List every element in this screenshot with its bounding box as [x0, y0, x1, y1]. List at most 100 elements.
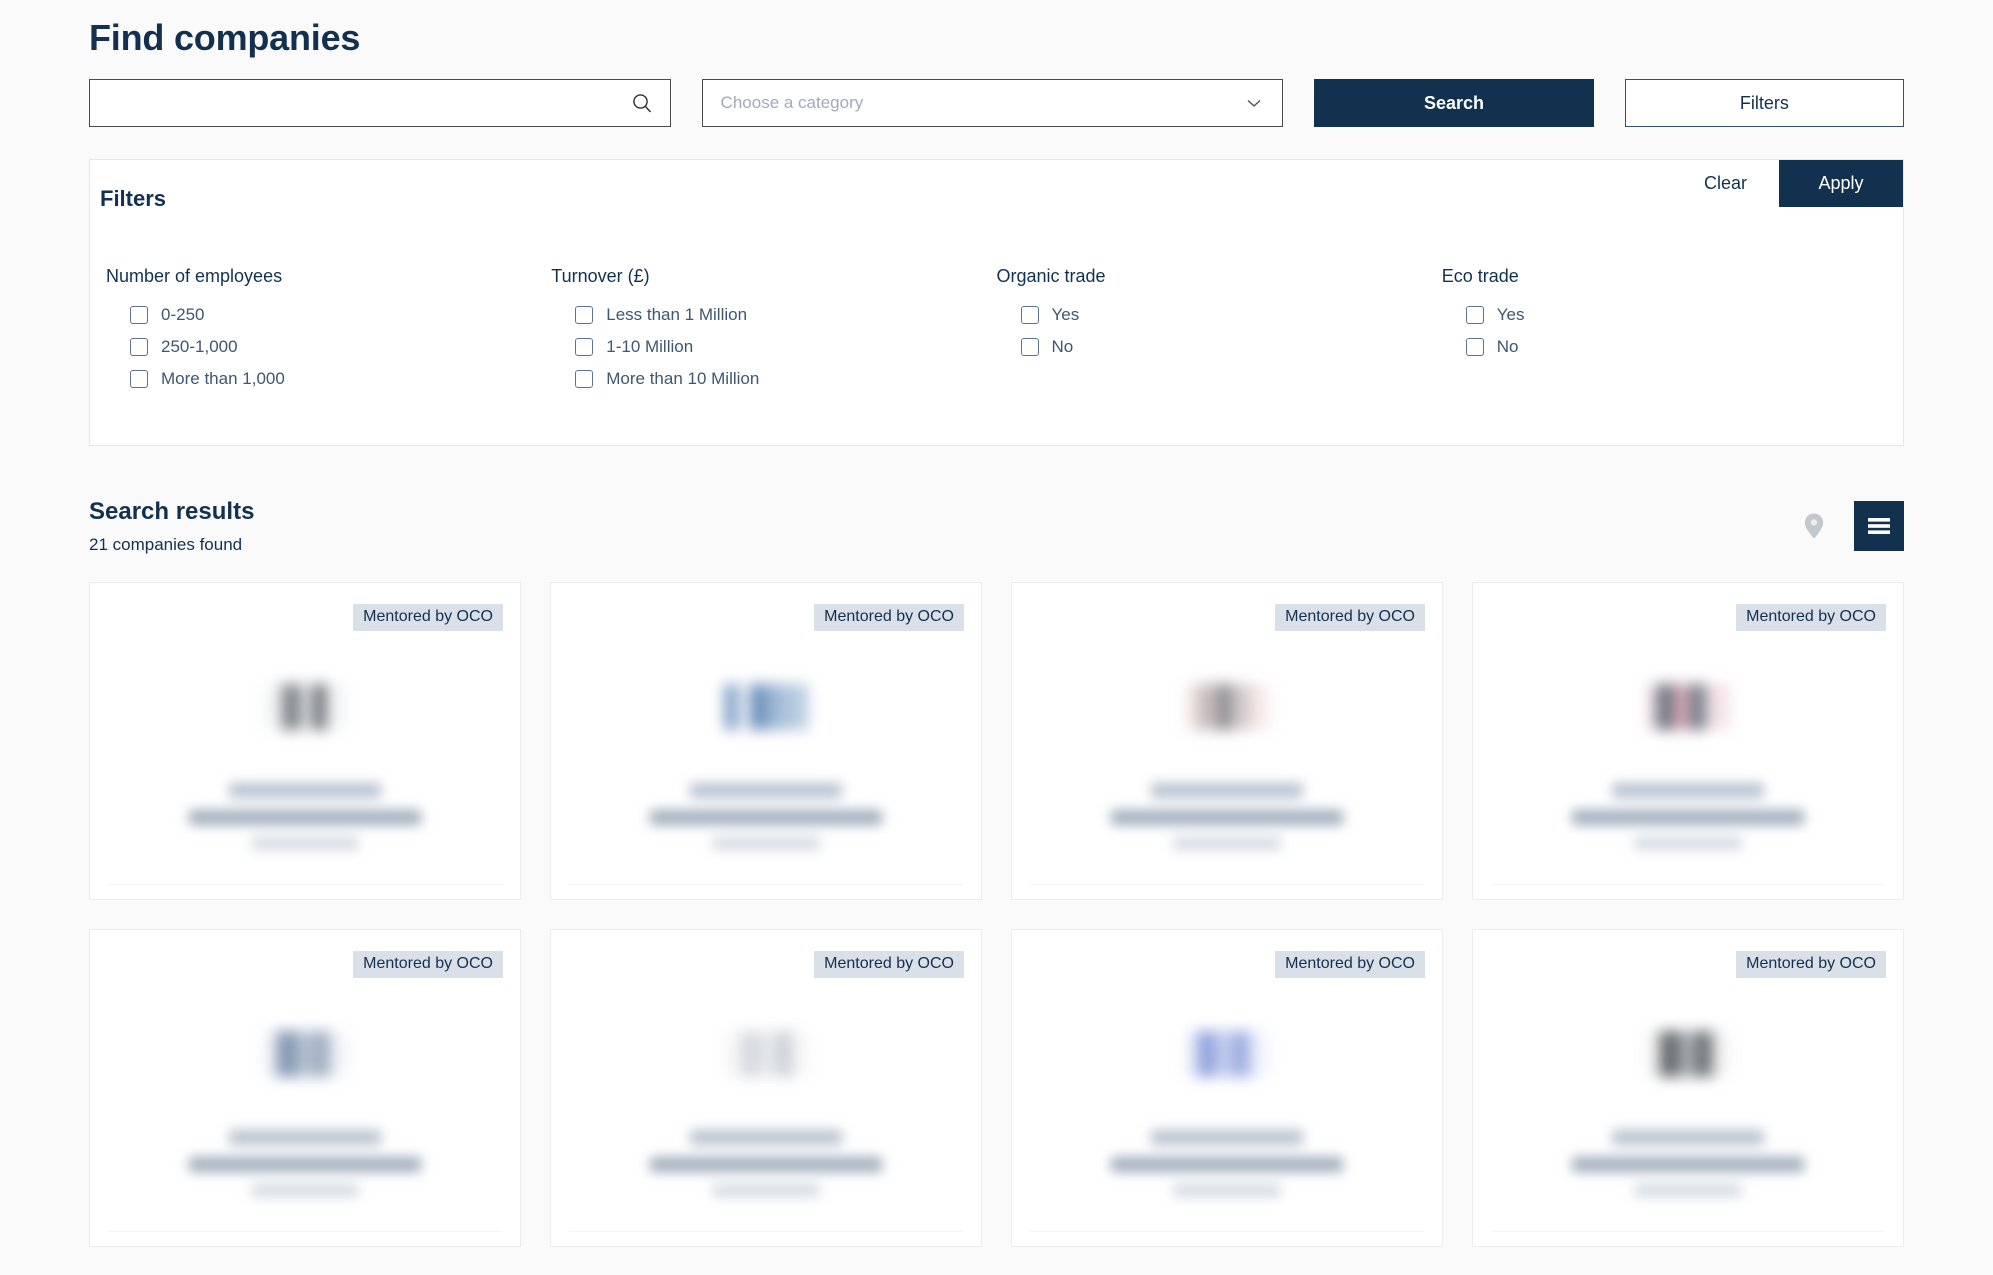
company-card[interactable]: Mentored by OCO	[550, 929, 982, 1247]
company-logo	[1630, 1004, 1746, 1104]
company-description-redacted	[1572, 810, 1804, 825]
apply-filters-button[interactable]: Apply	[1779, 160, 1903, 207]
checkbox-row[interactable]: Yes	[997, 305, 1442, 325]
company-meta-redacted	[251, 837, 359, 850]
checkbox-icon[interactable]	[575, 306, 594, 324]
company-description-redacted	[1111, 1157, 1343, 1172]
company-logo	[1630, 657, 1746, 757]
card-divider	[1030, 884, 1424, 885]
company-details	[1491, 783, 1885, 850]
company-details	[569, 1130, 963, 1197]
status-badge: Mentored by OCO	[814, 604, 964, 631]
checkbox-icon[interactable]	[1465, 338, 1484, 356]
company-name-redacted	[690, 1130, 842, 1145]
company-card[interactable]: Mentored by OCO	[1472, 929, 1904, 1247]
company-description-redacted	[1572, 1157, 1804, 1172]
clear-filters-button[interactable]: Clear	[1672, 160, 1779, 207]
list-view-icon[interactable]	[1854, 501, 1904, 551]
company-meta-redacted	[1173, 1184, 1281, 1197]
card-divider	[108, 884, 502, 885]
status-badge: Mentored by OCO	[1736, 951, 1886, 978]
company-cards-grid: Mentored by OCO Mentored by OCO Mentored…	[89, 582, 1904, 1247]
filter-group-title: Organic trade	[996, 266, 1106, 286]
company-meta-redacted	[1634, 1184, 1742, 1197]
view-toggle-group	[1800, 501, 1904, 555]
map-pin-icon[interactable]	[1800, 509, 1828, 543]
company-description-redacted	[650, 1157, 882, 1172]
company-name-redacted	[1151, 1130, 1303, 1145]
company-meta-redacted	[251, 1184, 359, 1197]
checkbox-row[interactable]: 0-250	[106, 305, 551, 325]
filter-group-title: Turnover (£)	[551, 266, 650, 286]
company-name-redacted	[229, 1130, 381, 1145]
company-card[interactable]: Mentored by OCO	[1011, 929, 1443, 1247]
filters-panel-header: Filters Clear Apply	[90, 160, 1903, 239]
checkbox-row[interactable]: 250-1,000	[106, 337, 551, 357]
status-badge: Mentored by OCO	[1736, 604, 1886, 631]
company-name-redacted	[1612, 1130, 1764, 1145]
company-name-redacted	[1612, 783, 1764, 798]
checkbox-label: 0-250	[161, 305, 205, 324]
find-companies-page: Find companies Choose a category Search …	[0, 0, 1993, 1247]
checkbox-label: Yes	[1496, 305, 1525, 324]
checkbox-icon[interactable]	[130, 306, 148, 324]
status-badge: Mentored by OCO	[1275, 604, 1425, 631]
search-results-title: Search results	[89, 498, 255, 525]
card-divider	[569, 884, 963, 885]
checkbox-icon[interactable]	[575, 370, 594, 388]
filters-panel-title: Filters	[100, 186, 167, 211]
company-details	[569, 783, 963, 850]
checkbox-row[interactable]: Less than 1 Million	[551, 305, 996, 325]
checkbox-icon[interactable]	[575, 338, 594, 356]
card-divider	[569, 1231, 963, 1232]
filter-group-title: Eco trade	[1441, 266, 1519, 286]
company-details	[108, 1130, 502, 1197]
company-description-redacted	[1111, 810, 1343, 825]
checkbox-label: Less than 1 Million	[606, 305, 748, 324]
checkbox-icon[interactable]	[130, 338, 148, 356]
company-meta-redacted	[712, 1184, 820, 1197]
checkbox-row[interactable]: No	[1442, 337, 1887, 357]
status-badge: Mentored by OCO	[353, 604, 503, 631]
checkbox-icon[interactable]	[130, 370, 148, 388]
filter-group-number-of-employees: Number of employees 0-250 250-1,000 More…	[106, 266, 551, 401]
company-logo	[708, 657, 824, 757]
filters-toggle-button[interactable]: Filters	[1624, 79, 1904, 127]
checkbox-row[interactable]: No	[997, 337, 1442, 357]
checkbox-row[interactable]: 1-10 Million	[551, 337, 996, 357]
search-results-header: Search results 21 companies found	[89, 498, 1904, 555]
category-placeholder: Choose a category	[720, 93, 864, 112]
company-card[interactable]: Mentored by OCO	[1472, 582, 1904, 900]
checkbox-icon[interactable]	[1020, 338, 1039, 356]
company-meta-redacted	[1634, 837, 1742, 850]
filters-panel-title-wrap: Filters	[100, 186, 166, 212]
filter-group-title: Number of employees	[106, 266, 283, 286]
company-name-redacted	[229, 783, 381, 798]
company-card[interactable]: Mentored by OCO	[89, 582, 521, 900]
filter-group-organic-trade: Organic trade Yes No	[997, 266, 1442, 401]
company-meta-redacted	[712, 837, 820, 850]
checkbox-icon[interactable]	[1020, 306, 1039, 324]
search-field-wrapper[interactable]	[89, 79, 671, 127]
checkbox-row[interactable]: More than 10 Million	[551, 369, 996, 389]
search-button[interactable]: Search	[1314, 79, 1594, 127]
company-card[interactable]: Mentored by OCO	[1011, 582, 1443, 900]
search-results-heading-wrap: Search results 21 companies found	[89, 498, 254, 555]
company-card[interactable]: Mentored by OCO	[550, 582, 982, 900]
checkbox-icon[interactable]	[1465, 306, 1484, 324]
company-description-redacted	[189, 1157, 421, 1172]
category-select[interactable]: Choose a category	[701, 79, 1284, 127]
checkbox-label: More than 10 Million	[606, 369, 760, 388]
checkbox-row[interactable]: More than 1,000	[106, 369, 551, 389]
search-input[interactable]	[90, 80, 670, 126]
company-card[interactable]: Mentored by OCO	[89, 929, 521, 1247]
company-description-redacted	[650, 810, 882, 825]
company-meta-redacted	[1173, 837, 1281, 850]
search-icon[interactable]	[630, 80, 654, 126]
checkbox-row[interactable]: Yes	[1442, 305, 1887, 325]
checkbox-label: 250-1,000	[161, 337, 238, 356]
card-divider	[1491, 884, 1885, 885]
chevron-down-icon[interactable]	[1244, 80, 1264, 126]
company-logo	[1169, 1004, 1285, 1104]
checkbox-label: No	[1496, 337, 1519, 356]
